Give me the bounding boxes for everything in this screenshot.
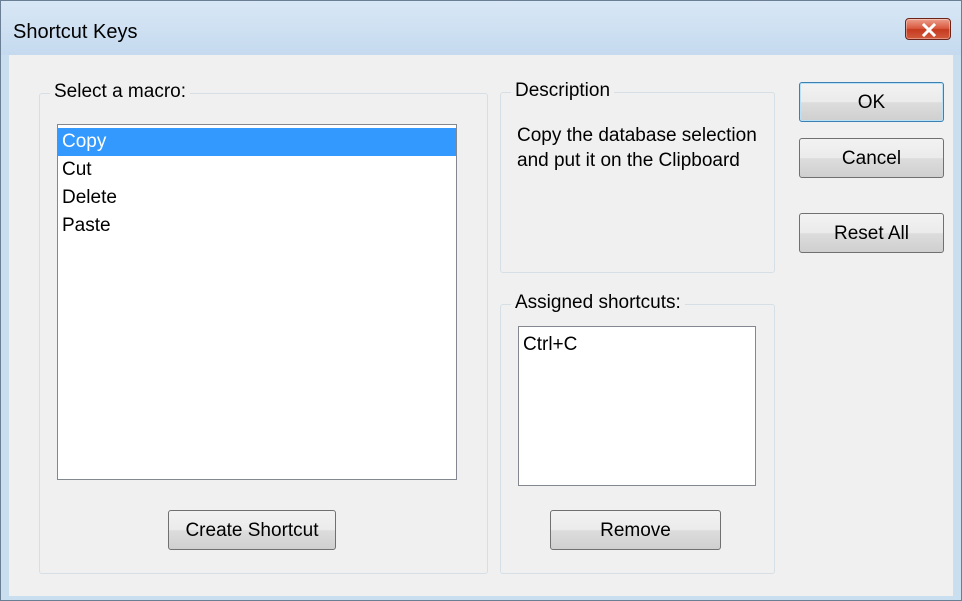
title-bar[interactable]: Shortcut Keys — [1, 1, 961, 55]
description-group-label: Description — [511, 80, 615, 102]
cancel-button[interactable]: Cancel — [799, 138, 944, 178]
ok-button[interactable]: OK — [799, 82, 944, 122]
window-title: Shortcut Keys — [13, 21, 138, 43]
shortcuts-group: Assigned shortcuts: Ctrl+C Remove — [500, 292, 775, 574]
shortcuts-group-label: Assigned shortcuts: — [511, 292, 685, 314]
macro-description: Copy the database selection and put it o… — [517, 125, 757, 171]
macro-group: Select a macro: Copy Cut Delete Paste Creat… — [39, 81, 488, 574]
shortcut-list-item[interactable]: Ctrl+C — [519, 331, 755, 359]
macro-list-item-cut[interactable]: Cut — [58, 156, 456, 184]
macro-list-item-delete[interactable]: Delete — [58, 184, 456, 212]
reset-all-button[interactable]: Reset All — [799, 213, 944, 253]
remove-button[interactable]: Remove — [550, 510, 721, 550]
description-group: Description Copy the database selection … — [500, 80, 775, 273]
macro-group-label: Select a macro: — [50, 81, 190, 103]
assigned-shortcuts-list[interactable]: Ctrl+C — [518, 326, 756, 486]
create-shortcut-button[interactable]: Create Shortcut — [168, 510, 336, 550]
dialog-body: Select a macro: Copy Cut Delete Paste Creat… — [9, 55, 953, 596]
close-button[interactable] — [905, 18, 951, 40]
close-icon — [921, 23, 937, 37]
macro-list-item-copy[interactable]: Copy — [58, 128, 456, 156]
macro-list-item-paste[interactable]: Paste — [58, 212, 456, 240]
shortcut-keys-dialog: Shortcut Keys Select a macro: Copy Cut Del… — [0, 0, 962, 601]
macro-list[interactable]: Copy Cut Delete Paste — [57, 124, 457, 480]
window-bottom-border — [1, 596, 961, 600]
